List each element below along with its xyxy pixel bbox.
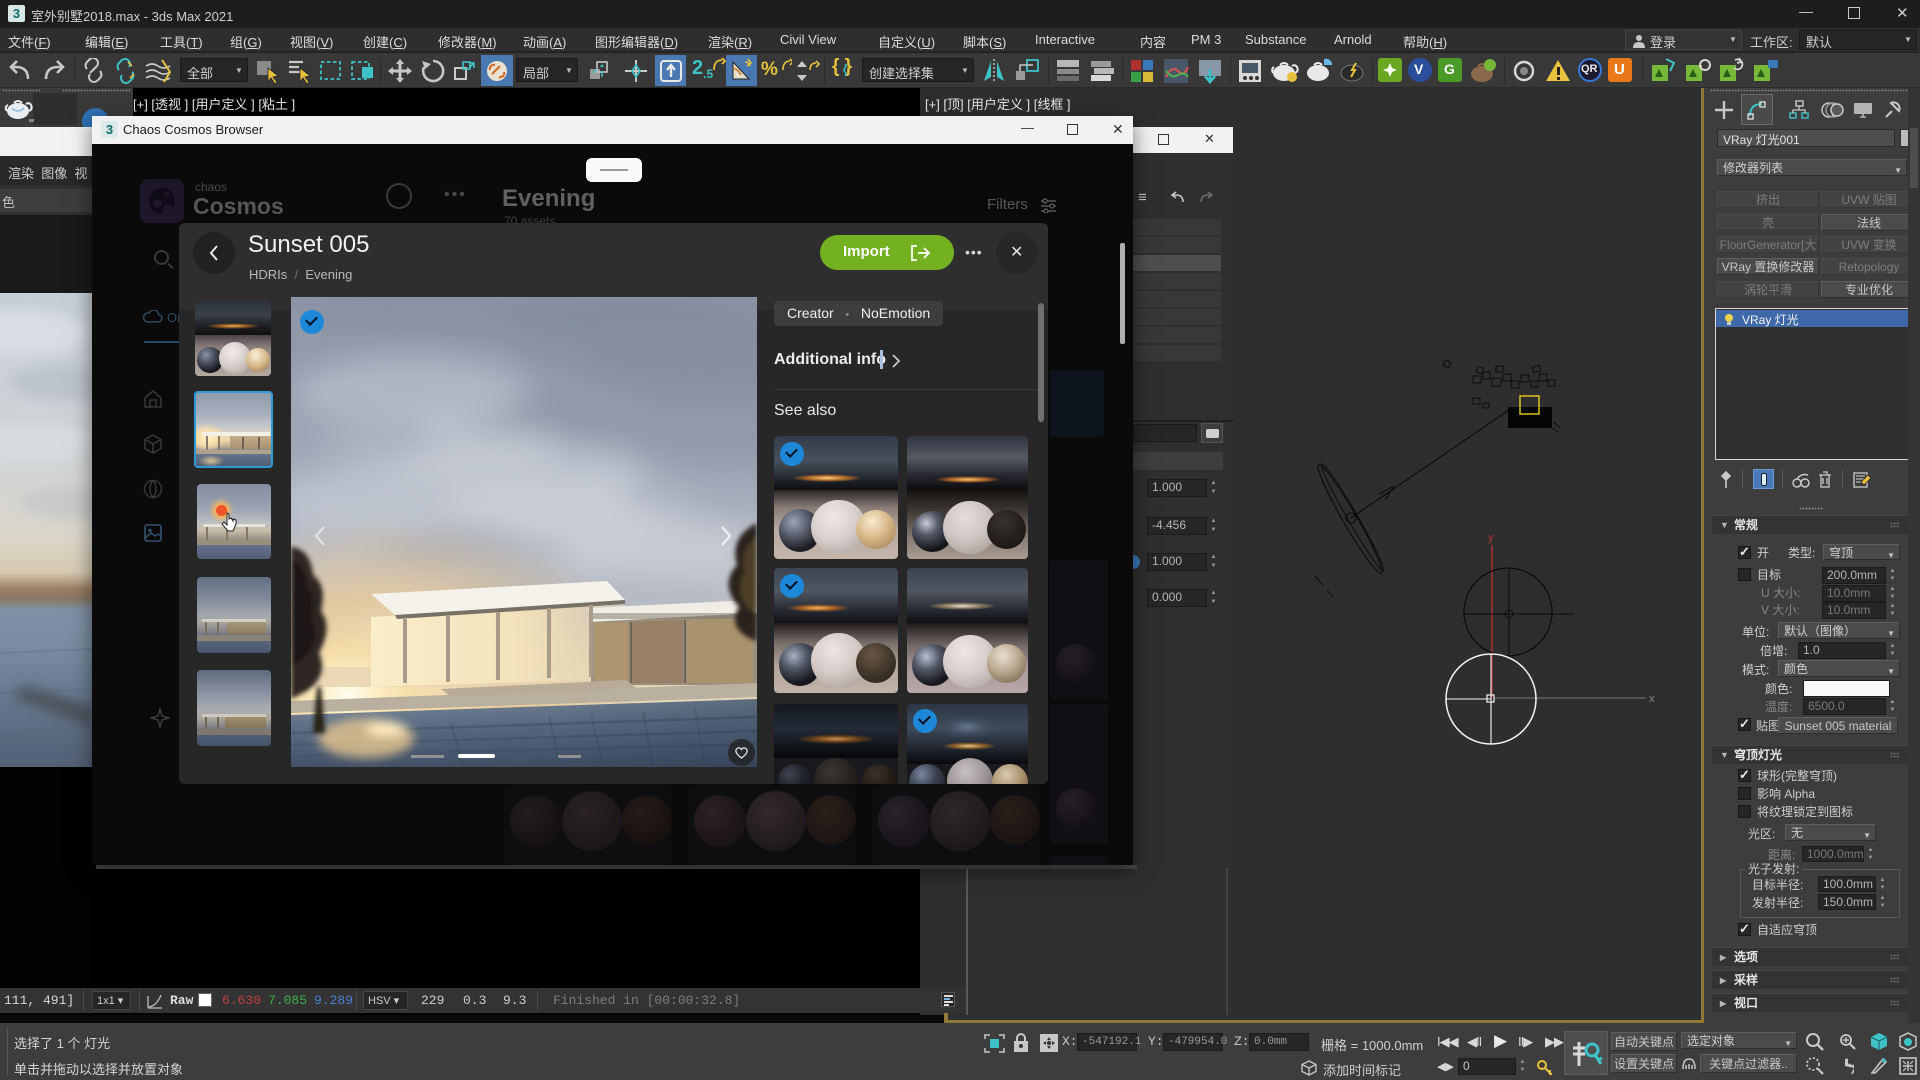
svg-text:y: y bbox=[1488, 532, 1494, 544]
svg-text:x: x bbox=[1649, 693, 1655, 705]
